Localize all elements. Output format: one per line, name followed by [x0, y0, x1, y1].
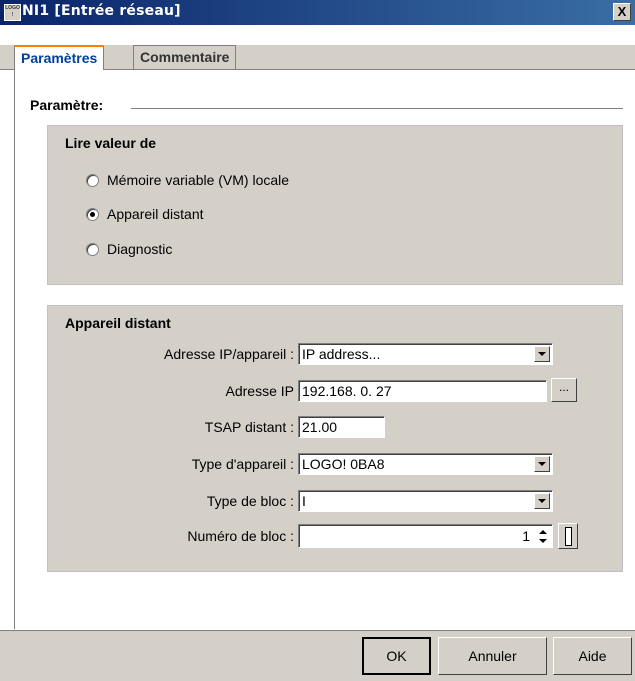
block-type-value: I	[302, 493, 306, 509]
chevron-down-icon[interactable]	[534, 456, 550, 472]
close-button[interactable]: X	[613, 3, 631, 21]
ip-address-field[interactable]: 192.168. 0. 27	[298, 380, 547, 402]
block-number-label: Numéro de bloc :	[187, 528, 294, 544]
remote-device-group-title: Appareil distant	[65, 315, 171, 331]
title-bar[interactable]: LOGO! NI1 [Entrée réseau] X	[0, 0, 635, 25]
ip-address-label: Adresse IP	[225, 383, 294, 399]
tsap-value: 21.00	[302, 419, 338, 435]
radio-button-icon[interactable]	[86, 207, 99, 221]
ip-device-value: IP address...	[302, 346, 381, 362]
chevron-down-icon[interactable]	[534, 493, 550, 509]
ok-button[interactable]: OK	[362, 637, 431, 675]
ip-address-value: 192.168. 0. 27	[302, 383, 392, 399]
radio-button-icon[interactable]	[86, 242, 99, 256]
device-type-value: LOGO! 0BA8	[302, 456, 385, 472]
section-divider	[131, 108, 623, 109]
read-value-group-title: Lire valeur de	[65, 135, 157, 151]
tab-parametres[interactable]: Paramètres	[14, 45, 105, 70]
ip-device-select[interactable]: IP address...	[298, 343, 553, 365]
browse-button[interactable]: ...	[551, 378, 577, 402]
chevron-down-icon[interactable]	[534, 346, 550, 362]
block-type-label: Type de bloc :	[206, 493, 294, 509]
read-value-group: Lire valeur de Mémoire variable (VM) loc…	[47, 125, 623, 285]
tsap-label: TSAP distant :	[204, 419, 294, 435]
help-button[interactable]: Aide	[553, 637, 632, 675]
spin-up-icon[interactable]	[537, 528, 549, 537]
tab-commentaire[interactable]: Commentaire	[133, 45, 237, 69]
radio-button-icon[interactable]	[86, 173, 99, 187]
block-number-value: 1	[522, 528, 530, 544]
radio-remote-device[interactable]: Appareil distant	[86, 204, 204, 224]
block-number-spinner[interactable]: 1	[298, 524, 553, 548]
block-type-select[interactable]: I	[298, 490, 553, 512]
cancel-button[interactable]: Annuler	[438, 637, 547, 675]
device-type-select[interactable]: LOGO! 0BA8	[298, 453, 553, 475]
spin-down-icon[interactable]	[537, 537, 549, 546]
device-type-label: Type d'appareil :	[191, 456, 294, 472]
radio-label: Mémoire variable (VM) locale	[107, 172, 290, 188]
radio-label: Appareil distant	[107, 206, 204, 222]
tab-strip: Paramètres Commentaire	[0, 45, 635, 70]
dialog-window: LOGO! NI1 [Entrée réseau] X Paramètres C…	[0, 0, 635, 681]
radio-diagnostic[interactable]: Diagnostic	[86, 239, 172, 259]
logo-icon: LOGO!	[4, 4, 21, 21]
block-slider-button[interactable]	[558, 523, 578, 549]
ip-device-label: Adresse IP/appareil :	[164, 346, 294, 362]
section-title: Paramètre:	[30, 97, 108, 113]
radio-label: Diagnostic	[107, 241, 173, 257]
tsap-field[interactable]: 21.00	[298, 416, 385, 438]
window-title: NI1 [Entrée réseau]	[22, 3, 181, 19]
radio-local-vm[interactable]: Mémoire variable (VM) locale	[86, 170, 289, 190]
